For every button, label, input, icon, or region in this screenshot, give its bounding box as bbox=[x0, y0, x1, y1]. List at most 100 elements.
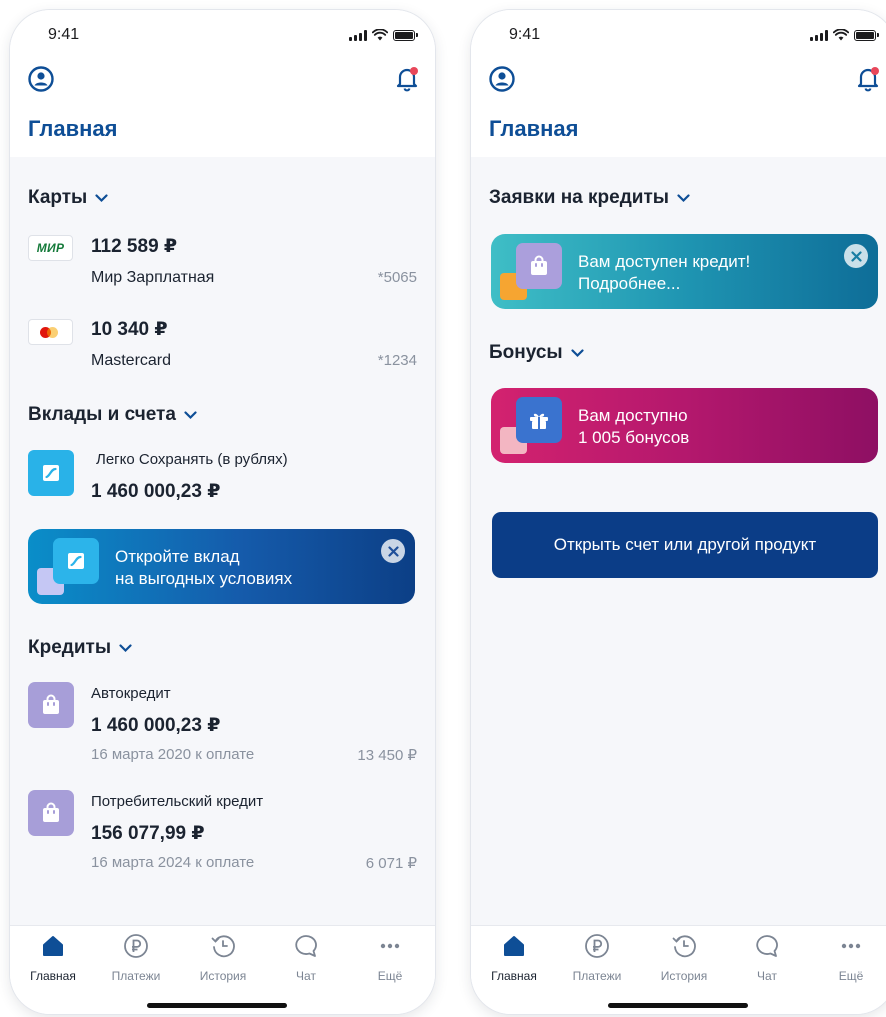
chat-icon bbox=[295, 935, 317, 957]
banner-line: Подробнее... bbox=[578, 274, 681, 293]
status-time: 9:41 bbox=[48, 26, 80, 43]
section-title: Заявки на кредиты bbox=[489, 187, 669, 208]
tab-label: Чат bbox=[296, 969, 316, 983]
credit-payment: 6 071 ₽ bbox=[365, 855, 417, 872]
tab-bar: Главная Платежи История Чат Ещё bbox=[471, 925, 886, 1014]
open-account-button[interactable]: Открыть счет или другой продукт bbox=[492, 512, 878, 578]
chevron-down-icon bbox=[119, 643, 132, 652]
tab-label: История bbox=[199, 969, 247, 983]
credit-balance: 156 077,99 ₽ bbox=[91, 823, 205, 844]
wifi-icon bbox=[372, 29, 388, 41]
tab-more[interactable]: Ещё bbox=[811, 932, 886, 992]
close-icon[interactable] bbox=[844, 244, 868, 268]
card-balance: 112 589 ₽ bbox=[91, 236, 178, 257]
page-title: Главная bbox=[489, 116, 579, 141]
app-header: 9:41 Главная bbox=[471, 10, 886, 157]
chevron-down-icon bbox=[95, 193, 108, 202]
shopping-bag-icon bbox=[28, 682, 74, 728]
mir-logo: МИР bbox=[28, 235, 73, 261]
mastercard-logo bbox=[28, 319, 73, 345]
card-name: Мир Зарплатная bbox=[91, 269, 215, 286]
credit-due-date: 16 марта 2024 к оплате bbox=[91, 854, 255, 871]
tab-home[interactable]: Главная bbox=[13, 932, 93, 992]
page-title: Главная bbox=[28, 116, 118, 141]
section-credits-header[interactable]: Кредиты bbox=[28, 637, 132, 659]
account-balance: 1 460 000,23 ₽ bbox=[91, 481, 221, 502]
banner-line: Откройте вклад bbox=[115, 547, 240, 566]
signal-icon bbox=[349, 29, 367, 41]
shopping-bag-icon bbox=[28, 790, 74, 836]
section-title: Бонусы bbox=[489, 342, 563, 363]
banner-text: Вам доступно 1 005 бонусов bbox=[578, 405, 689, 449]
tab-home[interactable]: Главная bbox=[474, 932, 554, 992]
app-header: 9:41 Главная bbox=[10, 10, 435, 157]
home-icon bbox=[504, 936, 524, 956]
ruble-icon bbox=[585, 934, 609, 958]
tab-history[interactable]: История bbox=[183, 932, 263, 992]
banner-line: Вам доступно bbox=[578, 406, 688, 425]
phone-screen-offers: 9:41 Главная Заявки на кредиты Вам досту… bbox=[471, 10, 886, 1014]
banner-text: Вам доступен кредит! Подробнее... bbox=[578, 251, 750, 295]
tab-label: Ещё bbox=[838, 969, 864, 983]
tab-chat[interactable]: Чат bbox=[727, 932, 807, 992]
card-name: Mastercard bbox=[91, 352, 172, 369]
tab-label: Платежи bbox=[572, 969, 622, 983]
tab-label: История bbox=[660, 969, 708, 983]
credit-due-date: 16 марта 2020 к оплате bbox=[91, 746, 255, 763]
tab-label: Ещё bbox=[377, 969, 403, 983]
home-indicator bbox=[608, 1003, 748, 1008]
phone-screen-main: 9:41 Главная Карты МИР 112 589 ₽ Мир Зар… bbox=[10, 10, 435, 1014]
banner-line: Вам доступен кредит! bbox=[578, 252, 751, 271]
tab-history[interactable]: История bbox=[644, 932, 724, 992]
savings-icon bbox=[53, 538, 99, 584]
ruble-icon bbox=[124, 934, 148, 958]
tab-more[interactable]: Ещё bbox=[350, 932, 430, 992]
chat-icon bbox=[756, 935, 778, 957]
credit-name: Автокредит bbox=[91, 685, 171, 702]
tab-label: Чат bbox=[757, 969, 777, 983]
banner-line: 1 005 бонусов bbox=[578, 428, 690, 447]
card-number: *5065 bbox=[377, 269, 417, 286]
bonus-banner[interactable]: Вам доступно 1 005 бонусов bbox=[491, 388, 878, 463]
battery-icon bbox=[854, 29, 879, 41]
signal-icon bbox=[810, 29, 828, 41]
credit-payment: 13 450 ₽ bbox=[357, 747, 417, 764]
section-title: Вклады и счета bbox=[28, 404, 176, 425]
section-title: Кредиты bbox=[28, 637, 112, 658]
battery-icon bbox=[393, 29, 418, 41]
banner-line: на выгодных условиях bbox=[115, 569, 293, 588]
credit-offer-banner[interactable]: Вам доступен кредит! Подробнее... bbox=[491, 234, 878, 309]
more-icon bbox=[841, 943, 861, 949]
chevron-down-icon bbox=[571, 348, 584, 357]
bell-icon[interactable] bbox=[395, 66, 419, 92]
close-icon[interactable] bbox=[381, 539, 405, 563]
wifi-icon bbox=[833, 29, 849, 41]
more-icon bbox=[380, 943, 400, 949]
tab-label: Главная bbox=[491, 969, 537, 983]
deposit-offer-banner[interactable]: Откройте вклад на выгодных условиях bbox=[28, 529, 415, 604]
history-icon bbox=[211, 935, 235, 958]
bell-icon[interactable] bbox=[856, 66, 880, 92]
tab-payments[interactable]: Платежи bbox=[96, 932, 176, 992]
home-icon bbox=[43, 936, 63, 956]
status-icons bbox=[349, 29, 418, 41]
tab-label: Платежи bbox=[111, 969, 161, 983]
tab-payments[interactable]: Платежи bbox=[557, 932, 637, 992]
chevron-down-icon bbox=[184, 410, 197, 419]
credit-balance: 1 460 000,23 ₽ bbox=[91, 715, 221, 736]
tab-label: Главная bbox=[30, 969, 76, 983]
section-accounts-header[interactable]: Вклады и счета bbox=[28, 404, 197, 426]
tab-chat[interactable]: Чат bbox=[266, 932, 346, 992]
profile-icon[interactable] bbox=[28, 66, 54, 92]
status-time: 9:41 bbox=[509, 26, 541, 43]
main-content: Карты МИР 112 589 ₽ Мир Зарплатная *5065… bbox=[10, 157, 435, 925]
section-cards-header[interactable]: Карты bbox=[28, 187, 108, 209]
savings-icon bbox=[28, 450, 74, 496]
profile-icon[interactable] bbox=[489, 66, 515, 92]
history-icon bbox=[672, 935, 696, 958]
account-name: Легко Сохранять (в рублях) bbox=[96, 451, 288, 468]
section-title: Карты bbox=[28, 187, 88, 208]
card-number: *1234 bbox=[377, 352, 417, 369]
section-bonuses-header[interactable]: Бонусы bbox=[489, 342, 584, 364]
section-loan-applications-header[interactable]: Заявки на кредиты bbox=[489, 187, 690, 209]
